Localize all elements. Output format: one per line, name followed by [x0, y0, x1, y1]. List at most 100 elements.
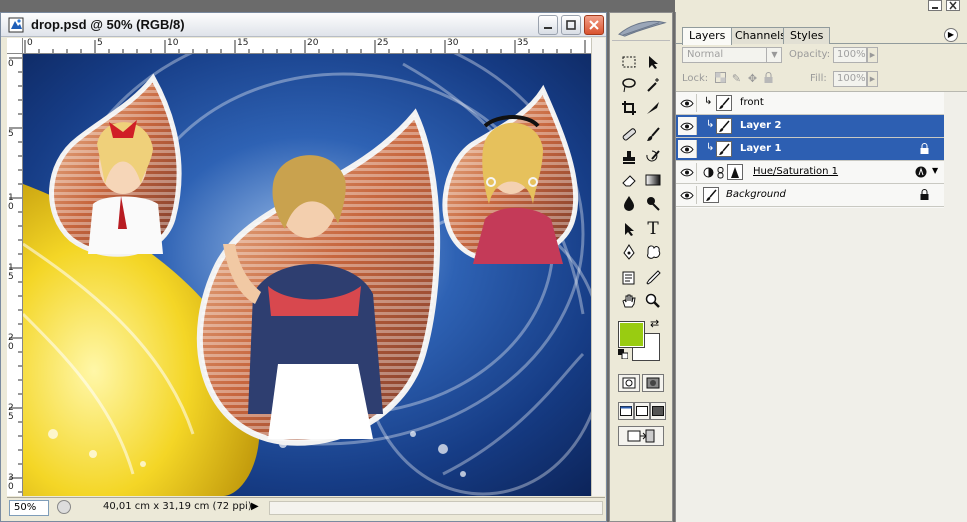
- history-brush-icon: [646, 149, 660, 161]
- layer-row[interactable]: ↳ front: [676, 92, 944, 115]
- layers-scroll-area[interactable]: [944, 92, 967, 522]
- opacity-field[interactable]: 100%: [833, 47, 867, 63]
- pen-tool[interactable]: [618, 241, 640, 262]
- fill-field[interactable]: 100%: [833, 71, 867, 87]
- horizontal-scrollbar[interactable]: [269, 501, 603, 515]
- blur-tool[interactable]: [618, 192, 640, 213]
- eye-icon[interactable]: [678, 140, 697, 158]
- eye-icon[interactable]: [678, 186, 697, 204]
- document-info-icon[interactable]: [57, 500, 71, 514]
- layer-row[interactable]: ↳ Layer 2: [676, 115, 944, 138]
- crop-tool[interactable]: [618, 97, 640, 118]
- eye-icon[interactable]: [678, 117, 697, 135]
- toolbox: T ⇄: [609, 12, 673, 522]
- minimize-button[interactable]: [538, 15, 558, 35]
- history-brush-tool[interactable]: [642, 146, 664, 167]
- pen-nib-icon: [623, 243, 635, 260]
- brush-icon: [719, 97, 730, 109]
- hand-icon: [622, 294, 636, 307]
- screen-mode-full-button[interactable]: [650, 402, 666, 420]
- status-menu-arrow-icon[interactable]: ▶: [251, 501, 259, 512]
- vertical-ruler[interactable]: 0 5 1 0 1 5 2 0 2 5 3 0: [7, 54, 23, 496]
- document-window: drop.psd @ 50% (RGB/8) 0 5 10 15 20 25 3…: [0, 12, 607, 522]
- ruler-label: 20: [307, 38, 319, 48]
- ruler-label: 35: [517, 38, 529, 48]
- close-button[interactable]: [584, 15, 604, 35]
- layer-effects-icon[interactable]: [915, 166, 927, 178]
- layer-row[interactable]: ↳ Layer 1: [676, 138, 944, 161]
- expand-arrow-icon[interactable]: ▼: [932, 166, 938, 175]
- foreground-color-swatch[interactable]: [618, 321, 645, 348]
- fill-slider-arrow-icon[interactable]: ▶: [867, 71, 878, 87]
- lasso-tool[interactable]: [618, 74, 640, 95]
- zoom-tool[interactable]: [642, 290, 664, 311]
- blur-drop-icon: [624, 195, 634, 211]
- lasso-icon: [622, 77, 636, 92]
- gradient-tool[interactable]: [642, 169, 664, 190]
- layer-lock-icon: [920, 189, 929, 200]
- document-title-bar[interactable]: drop.psd @ 50% (RGB/8): [1, 13, 606, 37]
- vertical-scrollbar[interactable]: [591, 38, 605, 496]
- marquee-tool[interactable]: [618, 51, 640, 72]
- palette-close-button[interactable]: [946, 0, 960, 11]
- chevron-down-icon[interactable]: ▼: [766, 47, 782, 63]
- layer-name: Background: [726, 189, 786, 200]
- eye-icon[interactable]: [678, 94, 697, 112]
- ruler-label: 5: [8, 129, 14, 139]
- magic-wand-tool[interactable]: [642, 74, 664, 95]
- layer-row[interactable]: Background: [676, 184, 944, 207]
- maximize-button[interactable]: [561, 15, 581, 35]
- lock-all-icon[interactable]: [762, 72, 775, 85]
- photoshop-document-icon: [8, 17, 24, 33]
- default-colors-icon[interactable]: [618, 349, 628, 359]
- zoom-field[interactable]: 50%: [9, 500, 49, 516]
- brush-icon: [719, 143, 730, 155]
- move-tool[interactable]: [642, 51, 664, 72]
- eraser-tool[interactable]: [618, 169, 640, 190]
- jump-to-imageready-button[interactable]: [618, 426, 664, 446]
- slice-tool[interactable]: [642, 97, 664, 118]
- hand-tool[interactable]: [618, 290, 640, 311]
- healing-brush-tool[interactable]: [618, 123, 640, 144]
- layer-name: Hue/Saturation 1: [753, 166, 839, 177]
- tab-layers[interactable]: Layers: [682, 27, 733, 45]
- palette-menu-button[interactable]: ▶: [944, 28, 958, 42]
- horizontal-ruler[interactable]: 0 5 10 15 20 25 30 35: [23, 38, 591, 54]
- tab-styles[interactable]: Styles: [783, 27, 831, 44]
- brush-tool[interactable]: [642, 123, 664, 144]
- eyedropper-tool[interactable]: [642, 267, 664, 288]
- quick-mask-icon: [646, 377, 660, 389]
- notes-tool[interactable]: [618, 267, 640, 288]
- lock-transparency-icon[interactable]: [714, 72, 727, 85]
- document-size: 40,01 cm x 31,19 cm (72 ppi): [103, 501, 252, 512]
- layer-row[interactable]: Hue/Saturation 1 ▼: [676, 161, 944, 184]
- eye-icon[interactable]: [678, 163, 697, 181]
- clone-stamp-tool[interactable]: [618, 146, 640, 167]
- document-title: drop.psd @ 50% (RGB/8): [31, 17, 185, 32]
- standard-mode-button[interactable]: [618, 374, 640, 392]
- custom-shape-tool[interactable]: [642, 241, 664, 262]
- ruler-origin[interactable]: [7, 38, 23, 54]
- dodge-tool[interactable]: [642, 192, 664, 213]
- ruler-label: 15: [237, 38, 249, 48]
- lock-label: Lock:: [682, 73, 709, 84]
- lock-image-pixels-icon[interactable]: ✎: [730, 72, 743, 85]
- image-canvas[interactable]: [23, 54, 591, 496]
- brush-icon: [719, 120, 730, 132]
- layer-thumbnail: [716, 95, 732, 111]
- lock-position-icon[interactable]: ✥: [746, 72, 759, 85]
- path-arrow-icon: [625, 222, 634, 236]
- palette-bar: [675, 0, 967, 12]
- crop-icon: [622, 100, 636, 115]
- screen-mode-standard-button[interactable]: [618, 402, 634, 420]
- type-tool[interactable]: T: [642, 218, 664, 239]
- opacity-slider-arrow-icon[interactable]: ▶: [867, 47, 878, 63]
- palette-minimize-button[interactable]: [928, 0, 942, 11]
- path-selection-tool[interactable]: [618, 218, 640, 239]
- swap-colors-icon[interactable]: ⇄: [650, 317, 659, 330]
- layer-lock-icon: [920, 143, 929, 154]
- quick-mask-button[interactable]: [642, 374, 664, 392]
- screen-mode-full-menu-button[interactable]: [634, 402, 650, 420]
- clipping-arrow-icon: ↳: [706, 142, 715, 153]
- maximize-icon: [566, 20, 576, 30]
